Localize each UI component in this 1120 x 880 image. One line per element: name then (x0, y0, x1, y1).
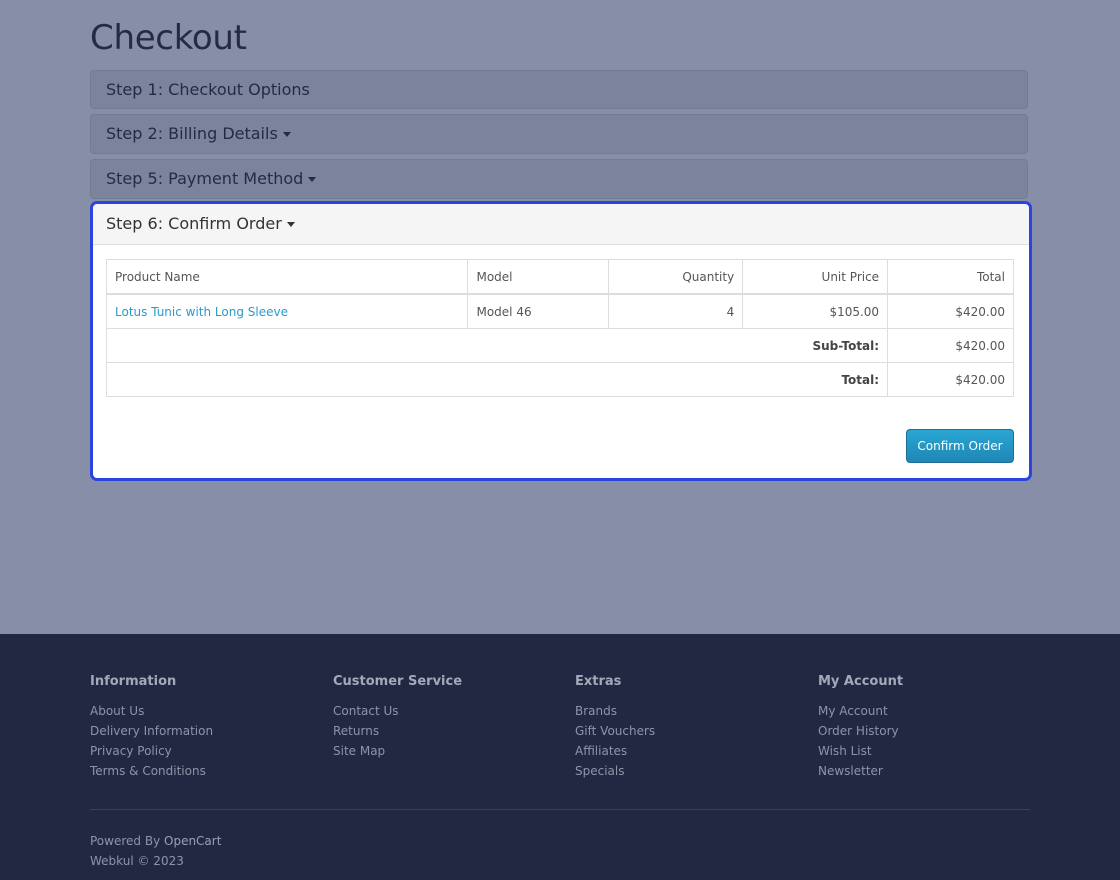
order-table: Product Name Model Quantity Unit Price T… (105, 259, 1014, 397)
copyright-text: Webkul © 2023 (90, 854, 184, 868)
footer-link-contact-us[interactable]: Contact Us (333, 701, 553, 721)
column-header-unit-price: Unit Price (742, 259, 889, 295)
step-6-panel: Step 6: Confirm Order Product Name Model… (90, 201, 1032, 481)
table-row: Lotus Tunic with Long Sleeve Model 46 4 … (105, 293, 1014, 329)
footer-column-extras: Extras Brands Gift Vouchers Affiliates S… (575, 674, 795, 781)
caret-down-icon (308, 177, 317, 182)
footer-heading: Customer Service (333, 674, 463, 689)
step-1-label: Step 1: Checkout Options (106, 80, 310, 99)
site-footer: Information About Us Delivery Informatio… (0, 634, 1120, 880)
step-5-heading[interactable]: Step 5: Payment Method (91, 160, 1027, 198)
caret-down-icon (286, 222, 295, 227)
footer-heading: My Account (818, 674, 904, 689)
footer-link-returns[interactable]: Returns (333, 721, 553, 741)
step-1-heading[interactable]: Step 1: Checkout Options (91, 71, 1027, 109)
footer-link-brands[interactable]: Brands (575, 701, 795, 721)
step-6-heading[interactable]: Step 6: Confirm Order (93, 204, 1029, 245)
footer-link-terms-conditions[interactable]: Terms & Conditions (90, 761, 310, 781)
subtotal-label-cell: Sub-Total: (105, 328, 889, 363)
total-cell: $420.00 (887, 293, 1014, 329)
step-1-panel[interactable]: Step 1: Checkout Options (90, 70, 1028, 109)
footer-link-specials[interactable]: Specials (575, 761, 795, 781)
total-label-cell: Total: (105, 362, 889, 397)
model-cell: Model 46 (467, 293, 610, 329)
table-header-row: Product Name Model Quantity Unit Price T… (105, 259, 1014, 295)
powered-by: Powered By OpenCart Webkul © 2023 (90, 831, 221, 871)
total-label: Total: (841, 372, 880, 387)
column-header-total: Total (887, 259, 1014, 295)
footer-link-wish-list[interactable]: Wish List (818, 741, 1038, 761)
unit-price-cell: $105.00 (742, 293, 889, 329)
subtotal-label: Sub-Total: (812, 338, 880, 353)
footer-link-gift-vouchers[interactable]: Gift Vouchers (575, 721, 795, 741)
column-header-quantity: Quantity (608, 259, 744, 295)
footer-link-privacy-policy[interactable]: Privacy Policy (90, 741, 310, 761)
footer-heading: Extras (575, 674, 622, 689)
footer-column-information: Information About Us Delivery Informatio… (90, 674, 310, 781)
subtotal-value: $420.00 (887, 328, 1014, 363)
powered-by-text: Powered By (90, 834, 161, 848)
step-2-panel[interactable]: Step 2: Billing Details (90, 114, 1028, 154)
opencart-link[interactable]: OpenCart (164, 834, 221, 848)
footer-link-about-us[interactable]: About Us (90, 701, 310, 721)
step-5-label: Step 5: Payment Method (106, 169, 304, 188)
product-link[interactable]: Lotus Tunic with Long Sleeve (115, 305, 288, 319)
step-2-heading[interactable]: Step 2: Billing Details (91, 115, 1027, 153)
quantity-cell: 4 (608, 293, 744, 329)
column-header-model: Model (467, 259, 610, 295)
footer-link-newsletter[interactable]: Newsletter (818, 761, 1038, 781)
subtotal-row: Sub-Total: $420.00 (105, 328, 1014, 363)
footer-link-site-map[interactable]: Site Map (333, 741, 553, 761)
footer-divider (90, 809, 1030, 810)
product-cell: Lotus Tunic with Long Sleeve (105, 293, 469, 329)
caret-down-icon (282, 132, 291, 137)
column-header-product: Product Name (105, 259, 469, 295)
footer-link-delivery-information[interactable]: Delivery Information (90, 721, 310, 741)
confirm-order-button[interactable]: Confirm Order (906, 429, 1014, 463)
step-6-label: Step 6: Confirm Order (106, 214, 282, 233)
footer-link-my-account[interactable]: My Account (818, 701, 1038, 721)
footer-column-my-account: My Account My Account Order History Wish… (818, 674, 1038, 781)
total-row: Total: $420.00 (105, 362, 1014, 397)
page-title: Checkout (90, 18, 247, 58)
step-2-label: Step 2: Billing Details (106, 124, 278, 143)
footer-column-customer-service: Customer Service Contact Us Returns Site… (333, 674, 553, 761)
footer-link-order-history[interactable]: Order History (818, 721, 1038, 741)
footer-link-affiliates[interactable]: Affiliates (575, 741, 795, 761)
step-5-panel[interactable]: Step 5: Payment Method (90, 159, 1028, 199)
footer-heading: Information (90, 674, 177, 689)
total-value: $420.00 (887, 362, 1014, 397)
